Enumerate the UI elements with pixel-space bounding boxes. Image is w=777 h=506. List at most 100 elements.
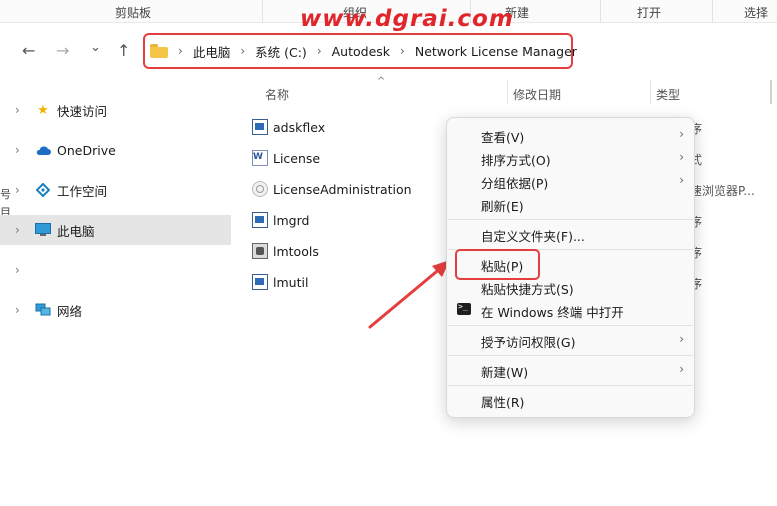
menu-item-sort[interactable]: 排序方式(O) › [447,147,694,169]
up-arrow-icon[interactable]: ↑ [117,41,130,60]
sidebar-item-workspace[interactable]: › 工作空间 [0,175,231,205]
html-file-icon [252,181,268,197]
column-header-name[interactable]: 名称 [265,86,289,103]
sidebar-item-blank[interactable]: › [0,255,231,285]
star-icon: ★ [37,102,49,118]
menu-item-open-in-terminal[interactable]: 在 Windows 终端 中打开 [447,299,694,321]
chevron-right-icon[interactable]: › [15,303,27,317]
menu-item-label: 新建(W) [481,365,529,380]
menu-item-customize-folder[interactable]: 自定义文件夹(F)... [447,223,694,245]
sidebar-item-network[interactable]: › 网络 [0,295,231,325]
menu-item-new[interactable]: 新建(W) › [447,359,694,381]
menu-item-label: 在 Windows 终端 中打开 [481,305,624,320]
sidebar-item-this-pc[interactable]: › 此电脑 [0,215,231,245]
exe-file-icon [252,274,268,290]
annotation-arrow-icon [368,260,450,329]
blank-icon [35,262,51,278]
forward-arrow-icon[interactable]: → [56,41,69,60]
sidebar-item-onedrive[interactable]: › OneDrive [0,135,231,165]
sidebar-item-quick-access[interactable]: › ★ 快速访问 [0,95,231,125]
file-row[interactable]: lmutil [252,270,308,294]
network-icon [35,302,51,318]
chevron-right-icon[interactable]: › [15,263,27,277]
column-header-type[interactable]: 类型 [656,86,680,103]
ribbon-group-open[interactable]: 打开 [637,4,661,21]
column-divider[interactable] [507,80,508,104]
sidebar-item-label: OneDrive [57,142,116,158]
menu-item-label: 查看(V) [481,130,525,145]
back-arrow-icon[interactable]: ← [22,41,35,60]
file-row[interactable]: lmtools [252,239,319,263]
ribbon-group-select[interactable]: 选择 [744,4,768,21]
breadcrumb-system-c[interactable]: 系统 (C:) [255,42,307,61]
ribbon-group-clipboard[interactable]: 剪贴板 [115,4,151,21]
menu-item-group-by[interactable]: 分组依据(P) › [447,170,694,192]
ribbon-divider [600,0,601,22]
cloud-icon [35,142,51,158]
file-name: lmtools [273,243,319,259]
menu-divider [448,385,693,386]
chevron-right-icon[interactable]: › [15,103,27,117]
recent-locations-chevron-icon[interactable]: ⌄ [90,40,101,55]
chevron-right-icon[interactable]: › [400,44,405,58]
menu-item-view[interactable]: 查看(V) › [447,124,694,146]
chevron-right-icon[interactable]: › [15,143,27,157]
watermark-text: www.dgrai.com [300,6,514,32]
word-document-icon [252,150,268,166]
menu-divider [448,219,693,220]
chevron-right-icon[interactable]: › [15,223,27,237]
sidebar-item-label: 此电脑 [57,223,95,239]
exe-file-icon [252,212,268,228]
menu-item-label: 属性(R) [481,395,525,410]
file-row[interactable]: LicenseAdministration [252,177,412,201]
chevron-right-icon[interactable]: › [178,44,183,58]
file-row[interactable]: lmgrd [252,208,309,232]
sort-ascending-icon[interactable]: ^ [377,76,385,87]
file-name: LicenseAdministration [273,181,412,197]
chevron-right-icon[interactable]: › [240,44,245,58]
chevron-right-icon: › [679,332,684,346]
ribbon-divider [712,0,713,22]
chevron-right-icon[interactable]: › [15,183,27,197]
file-row[interactable]: adskflex [252,115,325,139]
menu-item-label: 刷新(E) [481,199,524,214]
ribbon-divider [262,0,263,22]
chevron-right-icon: › [679,362,684,376]
menu-item-grant-access[interactable]: 授予访问权限(G) › [447,329,694,351]
menu-item-refresh[interactable]: 刷新(E) [447,193,694,215]
sidebar-item-label: 网络 [57,303,83,319]
file-name: lmutil [273,274,309,290]
breadcrumb-network-license-manager[interactable]: Network License Manager [415,44,577,59]
breadcrumb-this-pc[interactable]: 此电脑 [193,42,231,61]
folder-icon [150,44,168,58]
chevron-right-icon: › [679,150,684,164]
menu-item-label: 授予访问权限(G) [481,335,576,350]
file-name: adskflex [273,119,326,135]
workspace-icon [35,182,51,198]
column-divider[interactable] [650,80,651,104]
menu-divider [448,325,693,326]
scrollbar[interactable] [770,80,772,104]
menu-item-label: 分组依据(P) [481,176,549,191]
menu-divider [448,355,693,356]
menu-item-properties[interactable]: 属性(R) [447,389,694,411]
menu-item-label: 粘贴快捷方式(S) [481,282,574,297]
exe-file-icon [252,119,268,135]
paste-highlight-box [455,249,540,280]
menu-item-label: 自定义文件夹(F)... [481,229,585,244]
breadcrumb-autodesk[interactable]: Autodesk [332,44,390,59]
chevron-right-icon: › [679,127,684,141]
file-name: License [273,150,321,166]
chevron-right-icon: › [679,173,684,187]
file-name: lmgrd [273,212,310,228]
terminal-icon [457,302,471,315]
chevron-right-icon[interactable]: › [317,44,322,58]
file-row[interactable]: License [252,146,320,170]
sidebar-item-label: 工作空间 [57,183,108,199]
sidebar-item-label: 快速访问 [57,103,108,119]
file-type: 速浏览器P... [690,184,755,198]
breadcrumb[interactable]: › 此电脑 › 系统 (C:) › Autodesk › Network Lic… [150,41,577,61]
column-header-modified[interactable]: 修改日期 [513,86,561,103]
tool-app-icon [252,243,268,259]
menu-item-label: 排序方式(O) [481,153,551,168]
